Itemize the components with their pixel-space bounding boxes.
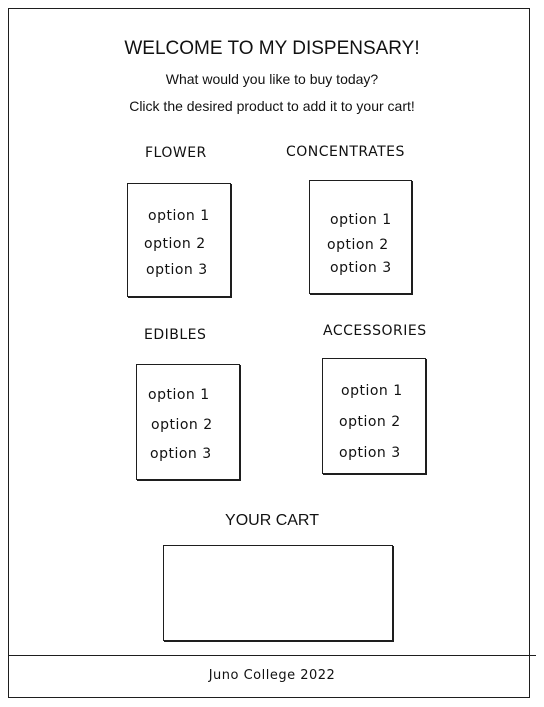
product-option[interactable]: option 2	[151, 417, 213, 433]
category-label-accessories: ACCESSORIES	[323, 323, 427, 339]
product-option[interactable]: option 2	[327, 237, 389, 253]
product-option[interactable]: option 1	[148, 387, 210, 403]
category-box-edibles: option 1 option 2 option 3	[136, 364, 240, 480]
page-title: WELCOME TO MY DISPENSARY!	[124, 38, 420, 59]
category-box-flower: option 1 option 2 option 3	[127, 183, 231, 297]
product-option[interactable]: option 2	[339, 414, 401, 430]
cart-title: YOUR CART	[225, 512, 319, 529]
product-option[interactable]: option 3	[146, 262, 208, 278]
cart-box	[163, 545, 393, 641]
product-option[interactable]: option 1	[148, 208, 210, 224]
product-option[interactable]: option 3	[339, 445, 401, 461]
page-instruction: Click the desired product to add it to y…	[129, 98, 415, 114]
product-option[interactable]: option 2	[144, 236, 206, 252]
footer-divider	[8, 655, 536, 656]
category-label-edibles: EDIBLES	[144, 327, 207, 343]
product-option[interactable]: option 3	[150, 446, 212, 462]
page-subtitle: What would you like to buy today?	[165, 71, 379, 87]
product-option[interactable]: option 1	[341, 383, 403, 399]
category-box-concentrates: option 1 option 2 option 3	[309, 180, 412, 294]
footer-text: Juno College 2022	[208, 668, 336, 683]
product-option[interactable]: option 1	[330, 212, 392, 228]
category-label-flower: FLOWER	[145, 145, 207, 161]
category-box-accessories: option 1 option 2 option 3	[322, 358, 426, 474]
product-option[interactable]: option 3	[330, 260, 392, 276]
category-label-concentrates: CONCENTRATES	[286, 144, 405, 160]
